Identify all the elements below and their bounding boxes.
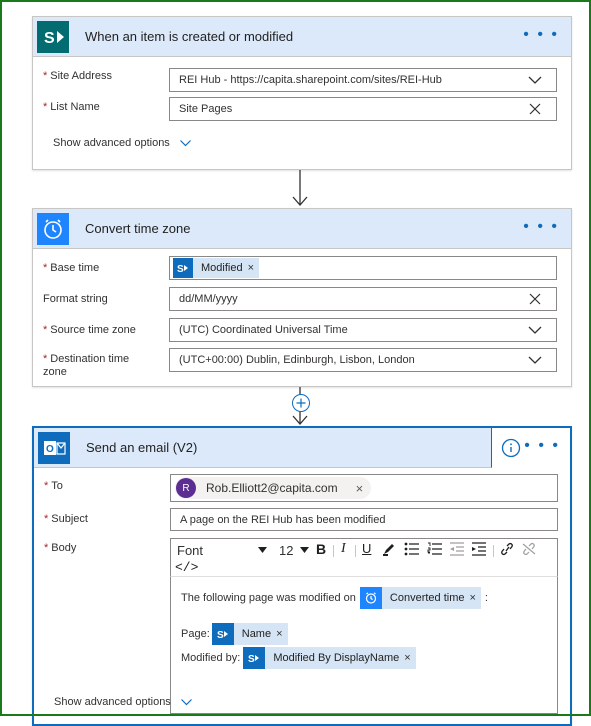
clear-icon[interactable] — [528, 102, 542, 116]
source-time-zone-field[interactable]: (UTC) Coordinated Universal Time — [169, 318, 557, 342]
sharepoint-icon: S — [243, 647, 266, 669]
modified-token[interactable]: S Modified × — [173, 258, 260, 278]
highlight-pen-icon[interactable] — [382, 542, 396, 556]
sharepoint-icon: S — [173, 258, 193, 278]
send-email-card-title: Send an email (V2) — [86, 440, 198, 455]
bold-button[interactable]: B — [316, 541, 326, 557]
insert-step-button[interactable] — [292, 394, 310, 412]
svg-text:S: S — [177, 264, 184, 275]
plus-icon — [296, 398, 306, 408]
toolbar-divider — [355, 545, 356, 557]
toolbar-divider — [333, 545, 334, 557]
list-name-label: * List Name — [43, 101, 100, 113]
sharepoint-icon: S — [211, 623, 234, 645]
remove-token-icon[interactable]: × — [469, 592, 480, 604]
chevron-down-icon[interactable] — [528, 73, 542, 87]
chevron-down-icon — [180, 698, 192, 705]
trigger-card-title: When an item is created or modified — [85, 29, 294, 44]
convert-card-header[interactable]: Convert time zone • • • — [33, 209, 571, 249]
chevron-down-icon[interactable] — [528, 323, 542, 337]
svg-text:S: S — [248, 654, 255, 665]
name-token[interactable]: S Name × — [211, 623, 288, 645]
underline-button[interactable]: U — [362, 541, 371, 556]
svg-text:S: S — [44, 30, 55, 47]
remove-link-icon[interactable] — [521, 542, 537, 556]
site-address-field[interactable]: REI Hub - https://capita.sharepoint.com/… — [169, 68, 557, 92]
dropdown-arrow-icon — [300, 547, 309, 553]
email-body-editor[interactable]: The following page was modified on Conve… — [170, 576, 558, 714]
to-field[interactable]: R Rob.Elliott2@capita.com × — [170, 474, 558, 502]
subject-label: * Subject — [44, 513, 88, 525]
alarm-clock-icon — [359, 587, 382, 609]
remove-recipient-icon[interactable]: × — [356, 481, 364, 496]
italic-button[interactable]: I — [341, 541, 346, 557]
rich-text-toolbar: Font 12 B I U </> — [170, 538, 558, 576]
decrease-indent-icon[interactable] — [449, 542, 465, 556]
increase-indent-icon[interactable] — [471, 542, 487, 556]
svg-text:S: S — [217, 630, 224, 641]
toolbar-divider — [493, 545, 494, 557]
trigger-card-header[interactable]: S When an item is created or modified • … — [33, 17, 571, 57]
insert-link-icon[interactable] — [499, 542, 515, 556]
sharepoint-icon: S — [37, 20, 69, 53]
email-show-advanced-options[interactable]: Show advanced options — [54, 696, 192, 708]
modified-by-token[interactable]: S Modified By DisplayName × — [243, 647, 416, 669]
destination-time-zone-label: * Destination time zone — [43, 353, 130, 378]
converted-time-token[interactable]: Converted time × — [359, 587, 481, 609]
body-label: * Body — [44, 542, 77, 554]
base-time-field[interactable]: S Modified × — [169, 256, 557, 280]
code-view-button[interactable]: </> — [175, 560, 198, 575]
format-string-field[interactable]: dd/MM/yyyy — [169, 287, 557, 311]
remove-token-icon[interactable]: × — [276, 628, 287, 640]
destination-time-zone-field[interactable]: (UTC+00:00) Dublin, Edinburgh, Lisbon, L… — [169, 348, 557, 372]
font-size-select[interactable]: 12 — [279, 541, 311, 559]
recipient-chip[interactable]: R Rob.Elliott2@capita.com × — [175, 477, 372, 499]
chevron-down-icon — [179, 139, 191, 146]
trigger-more-options-icon[interactable]: • • • — [523, 27, 559, 43]
chevron-down-icon[interactable] — [528, 353, 542, 367]
alarm-clock-icon — [37, 212, 69, 245]
remove-token-icon[interactable]: × — [404, 652, 415, 664]
site-address-label: * Site Address — [43, 70, 113, 82]
trigger-card: S When an item is created or modified • … — [32, 16, 572, 170]
convert-time-zone-card: Convert time zone • • • * Base time S Mod… — [32, 208, 572, 387]
base-time-label: * Base time — [43, 262, 100, 274]
bulleted-list-icon[interactable] — [404, 542, 420, 556]
send-email-card-header[interactable]: O Send an email (V2) — [34, 428, 492, 468]
dropdown-arrow-icon — [258, 547, 267, 553]
convert-card-title: Convert time zone — [85, 221, 191, 236]
font-family-select[interactable]: Font — [177, 541, 269, 559]
send-email-card: O Send an email (V2) • • • * To R Rob.Ell… — [32, 426, 572, 726]
svg-text:O: O — [46, 444, 54, 455]
list-name-field[interactable]: Site Pages — [169, 97, 557, 121]
send-email-more-options-icon[interactable]: • • • — [524, 438, 560, 454]
remove-token-icon[interactable]: × — [248, 262, 259, 274]
outlook-icon: O — [38, 431, 70, 464]
flow-arrow-icon — [292, 170, 308, 206]
avatar: R — [176, 478, 196, 498]
clear-icon[interactable] — [528, 292, 542, 306]
to-label: * To — [44, 480, 63, 492]
convert-more-options-icon[interactable]: • • • — [523, 219, 559, 235]
source-time-zone-label: * Source time zone — [43, 324, 136, 336]
numbered-list-icon[interactable] — [427, 542, 443, 556]
subject-field[interactable]: A page on the REI Hub has been modified — [170, 508, 558, 531]
format-string-label: Format string — [43, 293, 108, 305]
info-icon[interactable] — [501, 438, 521, 458]
trigger-show-advanced-options[interactable]: Show advanced options — [53, 137, 191, 149]
